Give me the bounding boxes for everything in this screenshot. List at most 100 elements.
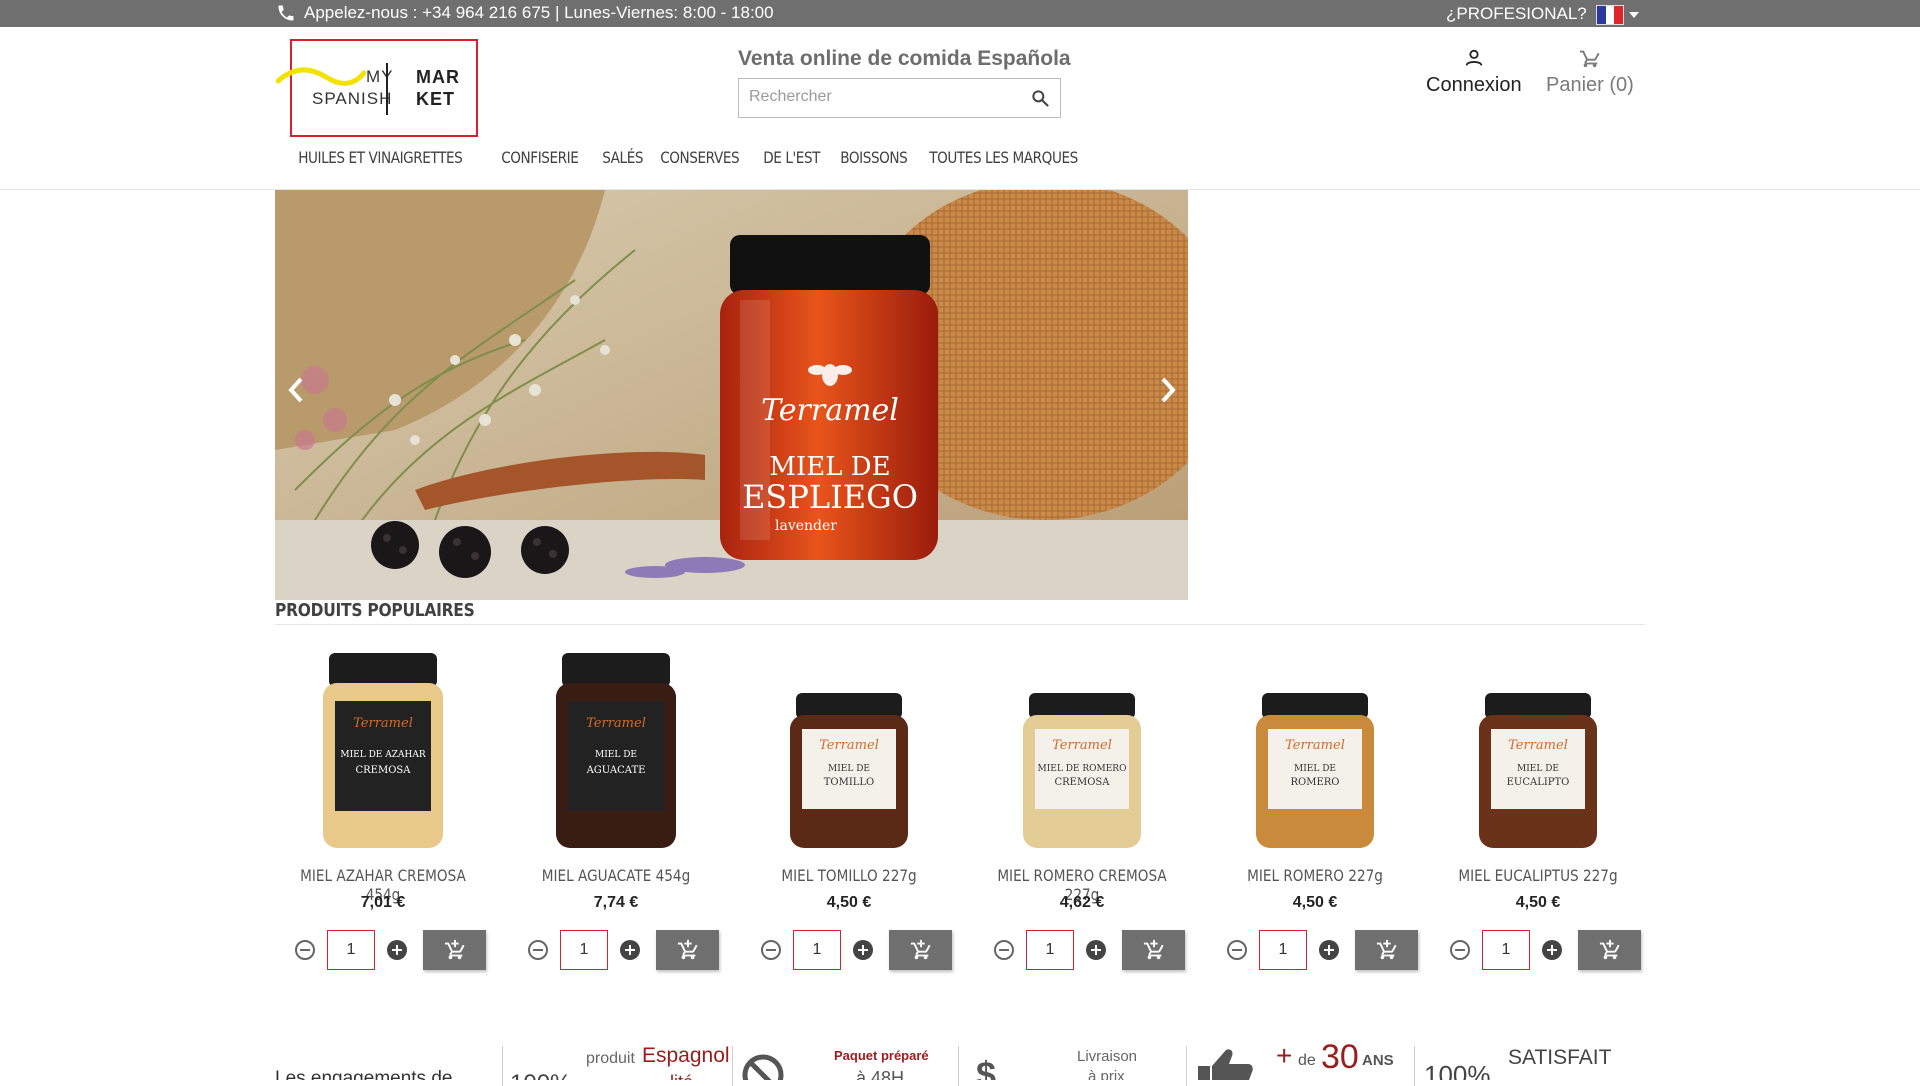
commitment-espagnol: Espagnol: [642, 1044, 730, 1067]
search-icon[interactable]: [1030, 88, 1050, 108]
product-image-graphic: Terramel MIEL DE ROMERO CREMOSA: [1023, 692, 1141, 848]
quantity-stepper: [295, 930, 486, 970]
add-to-cart-button[interactable]: [889, 930, 952, 970]
product-label-line2: EUCALIPTO: [1507, 777, 1570, 788]
increase-quantity-button[interactable]: [620, 940, 640, 960]
user-icon: [1465, 49, 1483, 66]
svg-text:Terramel: Terramel: [1285, 738, 1345, 753]
add-to-cart-button[interactable]: [1122, 930, 1185, 970]
product-card: Terramel MIEL DE AGUACATE MIEL AGUACATE 454…: [508, 640, 724, 980]
add-to-cart-button[interactable]: [656, 930, 719, 970]
carousel-prev-button[interactable]: [281, 370, 311, 410]
product-name[interactable]: MIEL EUCALIPTUS 227g: [1446, 866, 1630, 885]
decrease-quantity-button[interactable]: [528, 940, 548, 960]
logo-mar: MAR: [416, 67, 460, 87]
hero-image: Terramel MIEL DE ESPLIEGO lavender: [275, 190, 1188, 600]
add-to-cart-button[interactable]: [1578, 930, 1641, 970]
top-bar: Appelez-nous : +34 964 216 675 | Lunes-V…: [0, 0, 1920, 27]
product-image-graphic: Terramel MIEL DE EUCALIPTO: [1479, 692, 1597, 848]
product-card: Terramel MIEL DE TOMILLO MIEL TOMILLO 227g 4…: [741, 640, 957, 980]
commitment-divider: [958, 1046, 959, 1086]
logo-divider: [386, 63, 388, 115]
svg-text:Terramel: Terramel: [819, 738, 879, 753]
commitment-100-product: 100%: [510, 1070, 571, 1080]
language-selector[interactable]: [1596, 5, 1639, 25]
logo-spanish: SPANISH: [312, 89, 393, 108]
commitment-48h: à 48H: [856, 1068, 905, 1080]
product-image[interactable]: Terramel MIEL DE AGUACATE: [516, 640, 716, 855]
commitments-bar: Les engagements de 100% produit Espagnol…: [0, 1040, 1920, 1080]
increase-quantity-button[interactable]: [1086, 940, 1106, 960]
product-image-graphic: Terramel MIEL DE AGUACATE: [556, 652, 676, 848]
quantity-input[interactable]: [793, 930, 841, 970]
commitment-divider: [732, 1046, 733, 1086]
commitment-produit: produit: [586, 1050, 635, 1067]
add-to-cart-icon: [910, 939, 931, 960]
commitment-30: 30: [1321, 1040, 1359, 1076]
search-input[interactable]: [739, 79, 1029, 115]
product-price: 4,50 €: [1515, 894, 1561, 911]
product-name[interactable]: MIEL TOMILLO 227g: [757, 866, 941, 885]
commitment-divider: [1414, 1046, 1415, 1086]
nav-item-sales[interactable]: SALÉS: [592, 148, 653, 167]
decrease-quantity-button[interactable]: [1450, 940, 1470, 960]
add-to-cart-icon: [444, 939, 465, 960]
quantity-input[interactable]: [560, 930, 608, 970]
decrease-quantity-button[interactable]: [1227, 940, 1247, 960]
add-to-cart-button[interactable]: [423, 930, 486, 970]
hero-jar-line2: ESPLIEGO: [742, 478, 918, 516]
nav-item-marques[interactable]: TOUTES LES MARQUES: [919, 148, 1088, 167]
product-image[interactable]: Terramel MIEL DE ROMERO: [1215, 640, 1415, 855]
profesional-link[interactable]: ¿PROFESIONAL?: [1446, 4, 1587, 24]
product-price: 7,74 €: [593, 894, 639, 911]
product-card: Terramel MIEL DE AZAHAR CREMOSA MIEL AZAHAR…: [275, 640, 491, 980]
site-tagline: Venta online de comida Española: [738, 47, 1071, 70]
product-label-line1: MIEL DE: [1517, 764, 1559, 774]
product-name[interactable]: MIEL AGUACATE 454g: [524, 866, 708, 885]
quantity-stepper: [994, 930, 1185, 970]
product-label-line2: AGUACATE: [586, 765, 646, 776]
quantity-stepper: [1227, 930, 1418, 970]
nav-item-de-lest[interactable]: DE L'EST: [753, 148, 830, 167]
section-title: PRODUITS POPULAIRES: [275, 600, 475, 621]
carousel-next-button[interactable]: [1153, 370, 1183, 410]
quantity-input[interactable]: [327, 930, 375, 970]
quantity-input[interactable]: [1026, 930, 1074, 970]
product-price: 4,50 €: [826, 894, 872, 911]
decrease-quantity-button[interactable]: [994, 940, 1014, 960]
quantity-input[interactable]: [1482, 930, 1530, 970]
add-to-cart-button[interactable]: [1355, 930, 1418, 970]
nav-item-confiserie[interactable]: CONFISERIE: [491, 148, 589, 167]
product-image[interactable]: Terramel MIEL DE EUCALIPTO: [1438, 640, 1638, 855]
product-image[interactable]: Terramel MIEL DE AZAHAR CREMOSA: [283, 640, 483, 855]
increase-quantity-button[interactable]: [1319, 940, 1339, 960]
increase-quantity-button[interactable]: [387, 940, 407, 960]
product-image[interactable]: Terramel MIEL DE ROMERO CREMOSA: [982, 640, 1182, 855]
quantity-input[interactable]: [1259, 930, 1307, 970]
product-image[interactable]: Terramel MIEL DE TOMILLO: [749, 640, 949, 855]
logo-my: MY: [366, 67, 394, 86]
cart-link[interactable]: Panier (0): [1546, 47, 1634, 97]
product-name[interactable]: MIEL ROMERO 227g: [1223, 866, 1407, 885]
svg-text:Terramel: Terramel: [1052, 738, 1112, 753]
product-label-line1: MIEL DE: [1294, 764, 1336, 774]
product-price: 7,01 €: [360, 894, 406, 911]
account-link[interactable]: Connexion: [1426, 47, 1522, 97]
site-logo[interactable]: MY SPANISH MAR KET: [276, 39, 478, 137]
hero-carousel: Terramel MIEL DE ESPLIEGO lavender: [275, 190, 1188, 600]
increase-quantity-button[interactable]: [1542, 940, 1562, 960]
commitment-plus: +: [1276, 1040, 1293, 1071]
commitment-de: de: [1298, 1052, 1316, 1069]
quantity-stepper: [1450, 930, 1641, 970]
nav-item-conserves[interactable]: CONSERVES: [650, 148, 749, 167]
commitment-paquet: Paquet préparé: [834, 1048, 929, 1063]
product-price: 4,62 €: [1059, 894, 1105, 911]
product-card: Terramel MIEL DE ROMERO CREMOSA MIEL ROMERO…: [974, 640, 1190, 980]
product-card: Terramel MIEL DE EUCALIPTO MIEL EUCALIPTUS …: [1430, 640, 1646, 980]
decrease-quantity-button[interactable]: [295, 940, 315, 960]
nav-item-huiles[interactable]: HUILES ET VINAIGRETTES: [288, 148, 473, 167]
phone-icon: [278, 5, 294, 21]
nav-item-boissons[interactable]: BOISSONS: [830, 148, 918, 167]
decrease-quantity-button[interactable]: [761, 940, 781, 960]
increase-quantity-button[interactable]: [853, 940, 873, 960]
